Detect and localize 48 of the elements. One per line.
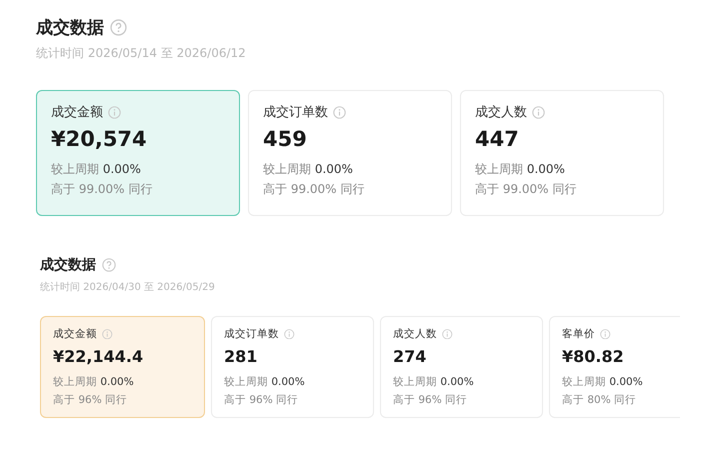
metric-card[interactable]: 客单价 ¥80.82 较上周期 0.00% 高于 80% 同行 <box>549 316 680 418</box>
change-text: 较上周期 0.00% <box>51 161 142 178</box>
date-range: 统计时间 2026/04/30 至 2026/05/29 <box>40 280 216 294</box>
metric-value: ¥20,574 <box>51 127 148 151</box>
peer-text: 高于 96% 同行 <box>393 392 468 408</box>
peer-text: 高于 80% 同行 <box>562 392 638 408</box>
section-title: 成交数据 <box>40 256 96 274</box>
change-text: 较上周期 0.00% <box>475 161 566 178</box>
help-icon <box>110 19 127 36</box>
peer-text: 高于 99.00% 同行 <box>51 181 154 198</box>
peer-text: 高于 99.00% 同行 <box>263 181 366 198</box>
metric-label: 成交订单数 <box>263 104 328 121</box>
change-text: 较上周期 0.00% <box>562 375 644 390</box>
change-text: 较上周期 0.00% <box>53 375 135 390</box>
info-icon <box>284 328 294 340</box>
metric-value: ¥22,144.4 <box>53 347 144 366</box>
metric-card[interactable]: 成交订单数 281 较上周期 0.00% 高于 96% 同行 <box>211 316 374 418</box>
peer-text: 高于 96% 同行 <box>224 392 300 408</box>
metric-value: ¥80.82 <box>562 347 625 366</box>
metric-label: 成交订单数 <box>224 327 279 341</box>
metric-label: 成交金额 <box>51 104 103 121</box>
change-text: 较上周期 0.00% <box>393 375 475 390</box>
info-icon <box>102 328 112 340</box>
metric-value: 281 <box>224 347 258 366</box>
metric-card[interactable]: 成交人数 274 较上周期 0.00% 高于 96% 同行 <box>380 316 543 418</box>
info-icon <box>532 106 545 118</box>
info-icon <box>442 328 452 340</box>
metric-label: 成交金额 <box>53 327 97 341</box>
metric-card[interactable]: 成交金额 ¥22,144.4 较上周期 0.00% 高于 96% 同行 <box>40 316 205 418</box>
help-icon <box>102 258 116 272</box>
peer-text: 高于 96% 同行 <box>53 392 128 408</box>
change-text: 较上周期 0.00% <box>224 375 306 390</box>
change-text: 较上周期 0.00% <box>263 161 354 178</box>
section-title: 成交数据 <box>36 17 104 39</box>
info-icon <box>333 106 346 118</box>
metric-value: 274 <box>393 347 428 366</box>
metric-label: 成交人数 <box>393 327 437 341</box>
metric-label: 成交人数 <box>475 104 527 121</box>
info-icon <box>108 106 121 118</box>
date-range: 统计时间 2026/05/14 至 2026/06/12 <box>36 45 247 62</box>
peer-text: 高于 99.00% 同行 <box>475 181 578 198</box>
metric-card[interactable]: 成交金额 ¥20,574 较上周期 0.00% 高于 99.00% 同行 <box>36 90 240 216</box>
metric-value: 459 <box>263 127 308 151</box>
metric-value: 447 <box>475 127 520 151</box>
metric-card[interactable]: 成交订单数 459 较上周期 0.00% 高于 99.00% 同行 <box>248 90 452 216</box>
metric-label: 客单价 <box>562 327 595 341</box>
info-icon <box>600 328 610 340</box>
metric-card[interactable]: 成交人数 447 较上周期 0.00% 高于 99.00% 同行 <box>460 90 664 216</box>
